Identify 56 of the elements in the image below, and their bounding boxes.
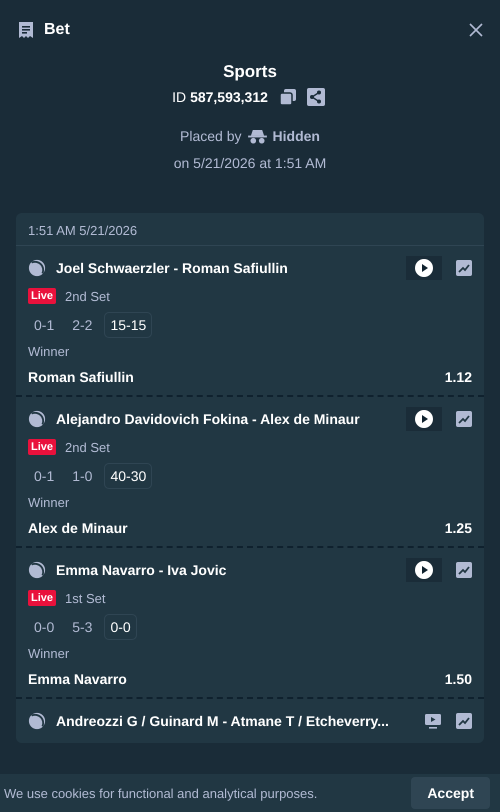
match-period: 2nd Set	[65, 288, 110, 304]
stats-button[interactable]	[456, 260, 472, 276]
odds: 1.25	[444, 520, 472, 536]
score: 0-0	[33, 618, 56, 637]
match-title[interactable]: Emma Navarro - Iva Jovic	[56, 562, 226, 578]
match-title[interactable]: Alejandro Davidovich Fokina - Alex de Minaur	[56, 411, 360, 427]
play-icon	[414, 258, 434, 278]
receipt-icon	[16, 20, 36, 40]
score: 0-1	[33, 467, 56, 486]
placed-date: on 5/21/2026 at 1:51 AM	[174, 155, 326, 171]
match-period: 2nd Set	[65, 440, 110, 454]
tv-button[interactable]	[424, 712, 442, 730]
score: 1-0	[71, 467, 94, 486]
match-title[interactable]: Joel Schwaerzler - Roman Safiullin	[56, 260, 288, 276]
bet-id: 587,593,312	[190, 89, 268, 105]
accept-button[interactable]: Accept	[411, 777, 490, 809]
play-button[interactable]	[406, 407, 442, 431]
bet-id-label: ID	[172, 89, 186, 105]
selection-name: Emma Navarro	[28, 671, 127, 687]
score: 40-30	[104, 463, 152, 489]
stats-button[interactable]	[456, 411, 472, 427]
tennis-ball-icon	[28, 410, 46, 428]
live-badge: Live	[28, 439, 56, 455]
odds: 1.12	[444, 369, 472, 385]
tennis-ball-icon	[28, 561, 46, 579]
username: Hidden	[272, 128, 320, 144]
score: 0-1	[33, 316, 56, 335]
play-button[interactable]	[406, 558, 442, 582]
play-icon	[414, 409, 434, 429]
match-title[interactable]: Andreozzi G / Guinard M - Atmane T / Etcheverry...	[56, 713, 389, 729]
market-name: Winner	[28, 344, 70, 359]
score: 0-0	[104, 614, 137, 640]
close-button[interactable]	[468, 22, 484, 38]
odds: 1.50	[444, 671, 472, 687]
bet-timestamp: 1:51 AM 5/21/2026	[28, 223, 138, 238]
selection-name: Alex de Minaur	[28, 520, 128, 536]
score: 15-15	[104, 312, 152, 338]
score: 2-2	[71, 316, 94, 335]
live-badge: Live	[28, 590, 56, 606]
live-badge: Live	[28, 288, 56, 304]
market-name: Winner	[28, 495, 70, 510]
match-period: 1st Set	[65, 590, 106, 606]
market-name: Winner	[28, 646, 70, 661]
stats-button[interactable]	[456, 562, 472, 578]
score: 5-3	[71, 618, 94, 637]
selection-name: Roman Safiullin	[28, 369, 134, 385]
placed-by-label: Placed by	[180, 128, 242, 144]
tennis-ball-icon	[28, 712, 46, 730]
cookie-text: We use cookies for functional and analytical purposes.	[4, 786, 318, 800]
dialog-title: Bet	[44, 21, 70, 39]
bet-category: Sports	[223, 62, 277, 82]
incognito-icon	[248, 128, 267, 144]
play-icon	[414, 560, 434, 580]
stats-button[interactable]	[456, 713, 472, 729]
tennis-ball-icon	[28, 259, 46, 277]
play-button[interactable]	[406, 256, 442, 280]
